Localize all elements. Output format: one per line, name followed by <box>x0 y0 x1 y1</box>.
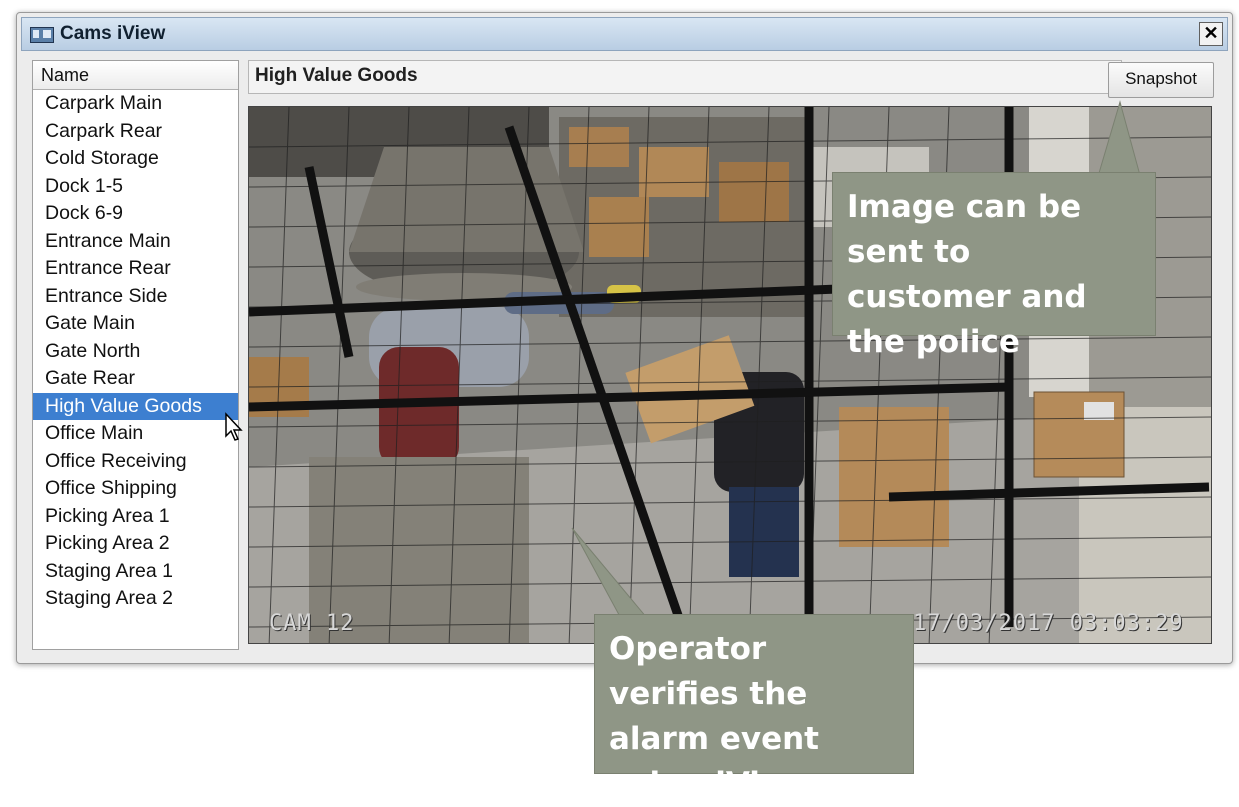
camera-list-item[interactable]: Entrance Rear <box>33 255 238 283</box>
camera-list-item[interactable]: Entrance Main <box>33 228 238 256</box>
camera-list-item[interactable]: Gate North <box>33 338 238 366</box>
mouse-pointer-icon <box>225 412 243 441</box>
camera-list-item[interactable]: Entrance Side <box>33 283 238 311</box>
osd-timestamp: 17/03/2017 03:03:29 <box>913 611 1184 636</box>
camera-list-item[interactable]: Office Shipping <box>33 475 238 503</box>
camera-list: Name Carpark Main Carpark Rear Cold Storag… <box>32 60 239 650</box>
camera-list-items: Carpark Main Carpark Rear Cold Storage Dock… <box>33 90 238 613</box>
camera-list-item[interactable]: Staging Area 1 <box>33 558 238 586</box>
camera-app-icon <box>30 27 54 43</box>
verify-callout: Operator verifies the alarm event using … <box>594 614 914 802</box>
camera-list-item[interactable]: Cold Storage <box>33 145 238 173</box>
camera-name-bar: High Value Goods <box>248 60 1122 94</box>
camera-list-item[interactable]: Gate Main <box>33 310 238 338</box>
camera-list-item[interactable]: Carpark Main <box>33 90 238 118</box>
camera-list-item[interactable]: Office Receiving <box>33 448 238 476</box>
snapshot-button[interactable]: Snapshot <box>1108 62 1214 98</box>
close-button[interactable]: ✕ <box>1199 22 1223 46</box>
camera-list-item[interactable]: High Value Goods <box>33 392 238 420</box>
osd-camera-label: CAM 12 <box>269 611 355 636</box>
snapshot-callout: Image can be sent to customer and the po… <box>832 172 1156 360</box>
camera-list-item[interactable]: Gate Rear <box>33 365 238 393</box>
window-title: Cams iView <box>60 23 166 44</box>
camera-list-item[interactable]: Picking Area 1 <box>33 503 238 531</box>
camera-list-item[interactable]: Carpark Rear <box>33 118 238 146</box>
name-column-header[interactable]: Name <box>33 61 238 90</box>
title-bar[interactable]: Cams iView ✕ <box>21 17 1228 51</box>
camera-list-item[interactable]: Dock 6-9 <box>33 200 238 228</box>
camera-list-item[interactable]: Picking Area 2 <box>33 530 238 558</box>
camera-list-item[interactable]: Office Main <box>33 420 238 448</box>
camera-list-item[interactable]: Dock 1-5 <box>33 173 238 201</box>
verify-callout-pointer <box>571 527 653 624</box>
camera-list-item[interactable]: Staging Area 2 <box>33 585 238 613</box>
